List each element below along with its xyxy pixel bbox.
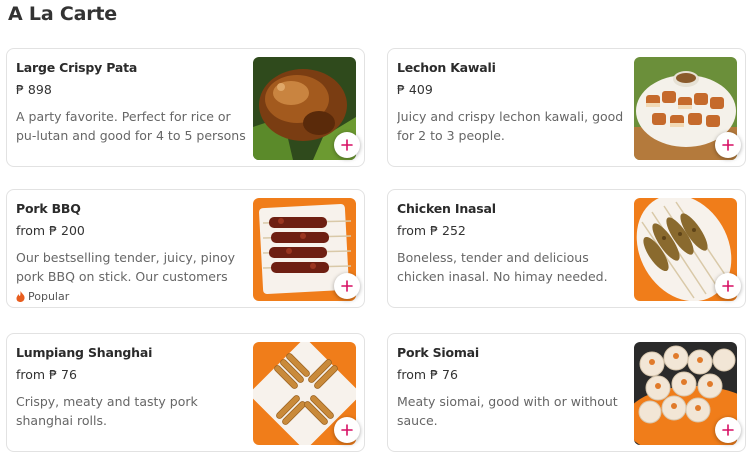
- item-name: Large Crispy Pata: [16, 60, 138, 75]
- item-name: Chicken Inasal: [397, 201, 496, 216]
- item-name: Lumpiang Shanghai: [16, 345, 153, 360]
- item-name: Lechon Kawali: [397, 60, 496, 75]
- section-title: A La Carte: [8, 3, 117, 25]
- menu-item-card[interactable]: Pork BBQ from ₱ 200 Our bestselling tend…: [6, 189, 365, 308]
- item-description: Meaty siomai, good with or without sauce…: [397, 394, 618, 428]
- add-to-cart-button[interactable]: [334, 273, 360, 299]
- item-description: Crispy, meaty and tasty pork shanghai ro…: [16, 394, 198, 428]
- menu-item-card[interactable]: Chicken Inasal from ₱ 252 Boneless, tend…: [387, 189, 746, 308]
- item-price: from ₱ 252: [397, 223, 466, 238]
- item-price: from ₱ 76: [397, 367, 458, 382]
- menu-item-card[interactable]: Pork Siomai from ₱ 76 Meaty siomai, good…: [387, 333, 746, 452]
- item-price: ₱ 409: [397, 82, 433, 97]
- plus-icon: [341, 280, 353, 292]
- item-description: A party favorite. Perfect for rice or pu…: [16, 109, 246, 143]
- item-name: Pork Siomai: [397, 345, 479, 360]
- item-description: Our bestselling tender, juicy, pinoy por…: [16, 250, 236, 284]
- item-price: from ₱ 200: [16, 223, 85, 238]
- add-to-cart-button[interactable]: [334, 417, 360, 443]
- badge-label: Popular: [28, 290, 70, 303]
- flame-icon: [16, 291, 25, 302]
- item-price: from ₱ 76: [16, 367, 77, 382]
- menu-item-card[interactable]: Lumpiang Shanghai from ₱ 76 Crispy, meat…: [6, 333, 365, 452]
- plus-icon: [341, 424, 353, 436]
- plus-icon: [341, 139, 353, 151]
- add-to-cart-button[interactable]: [715, 417, 741, 443]
- item-description: Boneless, tender and delicious chicken i…: [397, 250, 608, 284]
- menu-item-card[interactable]: Large Crispy Pata ₱ 898 A party favorite…: [6, 48, 365, 167]
- add-to-cart-button[interactable]: [715, 273, 741, 299]
- item-price: ₱ 898: [16, 82, 52, 97]
- add-to-cart-button[interactable]: [715, 132, 741, 158]
- plus-icon: [722, 280, 734, 292]
- plus-icon: [722, 139, 734, 151]
- popular-badge: Popular: [16, 290, 69, 303]
- menu-item-card[interactable]: Lechon Kawali ₱ 409 Juicy and crispy lec…: [387, 48, 746, 167]
- plus-icon: [722, 424, 734, 436]
- item-name: Pork BBQ: [16, 201, 81, 216]
- item-description: Juicy and crispy lechon kawali, good for…: [397, 109, 624, 143]
- add-to-cart-button[interactable]: [334, 132, 360, 158]
